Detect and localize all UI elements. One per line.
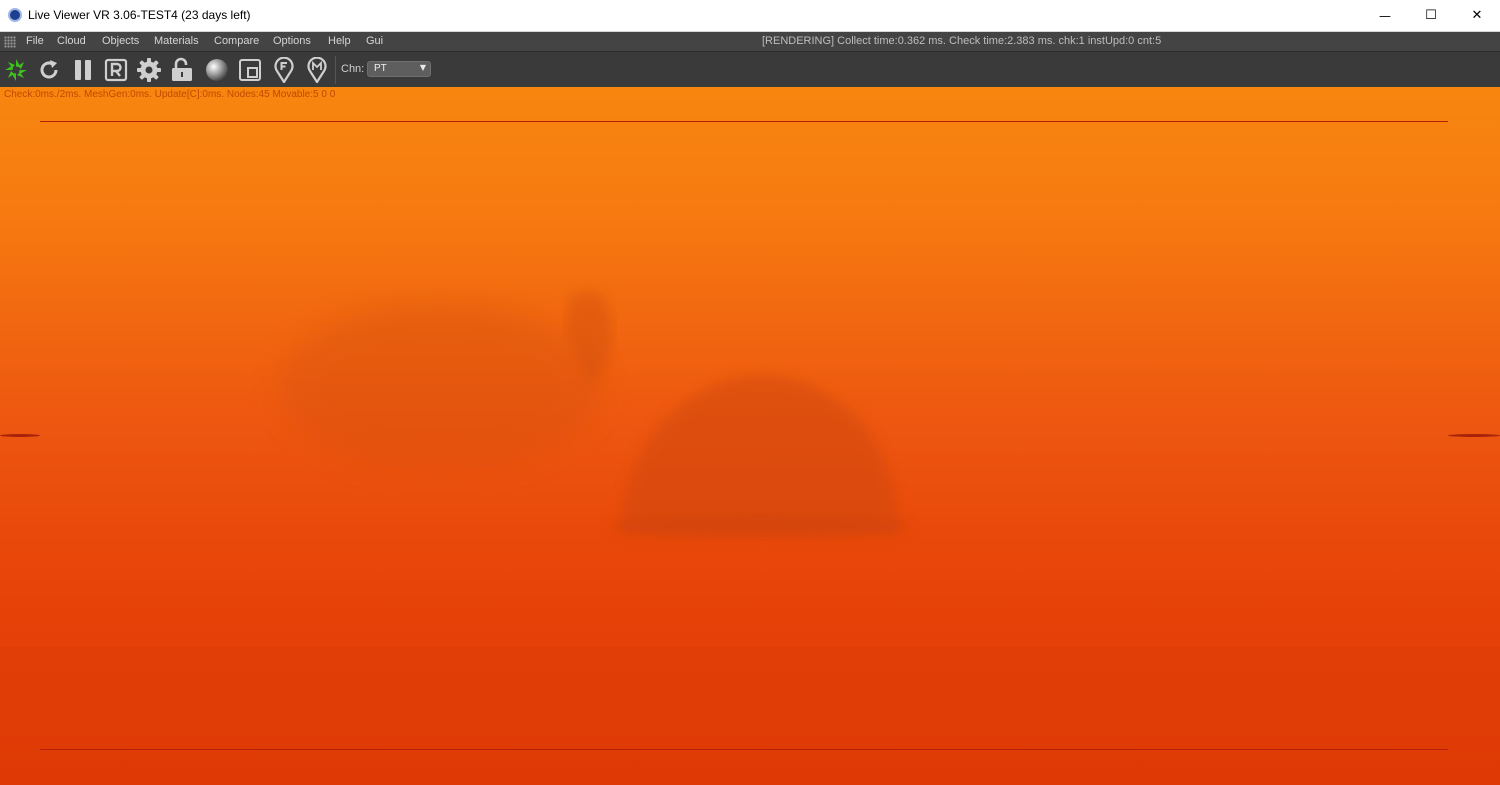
close-button[interactable]: ✕ [1454,0,1500,31]
window-title: Live Viewer VR 3.06-TEST4 (23 days left) [28,8,251,22]
region-icon [239,59,261,81]
minimize-button[interactable]: — [1362,0,1408,31]
maximize-button[interactable]: ☐ [1408,0,1454,31]
start-render-icon [5,59,27,81]
material-pick-button[interactable] [303,56,331,84]
menu-bar: File Cloud Objects Materials Compare Opt… [0,32,1500,51]
r-button[interactable] [102,56,130,84]
focus-pick-button[interactable] [270,56,298,84]
toolbar-separator [335,56,336,84]
r-icon [104,58,128,82]
pause-icon [75,60,91,80]
lock-button[interactable] [168,56,196,84]
render-image [0,290,1500,785]
pin-f-icon [274,57,294,83]
menu-help[interactable]: Help [328,35,351,47]
material-sphere-icon [206,59,228,81]
restart-icon [40,60,58,79]
render-viewport[interactable]: Check:0ms./2ms. MeshGen:0ms. Update[C]:0… [0,87,1500,785]
settings-gear-icon [137,58,161,82]
debug-stats-text: Check:0ms./2ms. MeshGen:0ms. Update[C]:0… [4,89,336,100]
grip-handle-icon[interactable] [4,36,16,48]
chevron-down-icon: ▼ [419,63,426,72]
frame-guide-top [40,121,1448,122]
title-bar: Live Viewer VR 3.06-TEST4 (23 days left)… [0,0,1500,32]
channel-label: Chn: [341,63,365,75]
menu-compare[interactable]: Compare [214,35,259,47]
app-logo-icon [8,8,22,22]
frame-guide-bottom [40,749,1448,750]
pause-button[interactable] [69,56,97,84]
lock-icon [172,57,192,81]
side-marker-right [1448,434,1500,437]
menu-options[interactable]: Options [273,35,311,47]
restart-render-button[interactable] [35,56,63,84]
menu-file[interactable]: File [26,35,44,47]
menu-gui[interactable]: Gui [366,35,383,47]
menu-cloud[interactable]: Cloud [57,35,86,47]
minimize-icon: — [1379,8,1391,23]
close-icon: ✕ [1471,8,1483,23]
side-marker-left [0,434,40,437]
channel-select[interactable]: PT ▼ [367,61,431,77]
pin-m-icon [307,57,327,83]
menu-materials[interactable]: Materials [154,35,199,47]
toolbar: Chn: PT ▼ [0,51,1500,87]
start-render-button[interactable] [2,56,30,84]
channel-select-value: PT [374,63,387,74]
material-preview-button[interactable] [203,56,231,84]
settings-button[interactable] [135,56,163,84]
maximize-icon: ☐ [1425,8,1437,23]
menu-objects[interactable]: Objects [102,35,139,47]
region-render-button[interactable] [236,56,264,84]
render-status-text: [RENDERING] Collect time:0.362 ms. Check… [762,35,1162,47]
